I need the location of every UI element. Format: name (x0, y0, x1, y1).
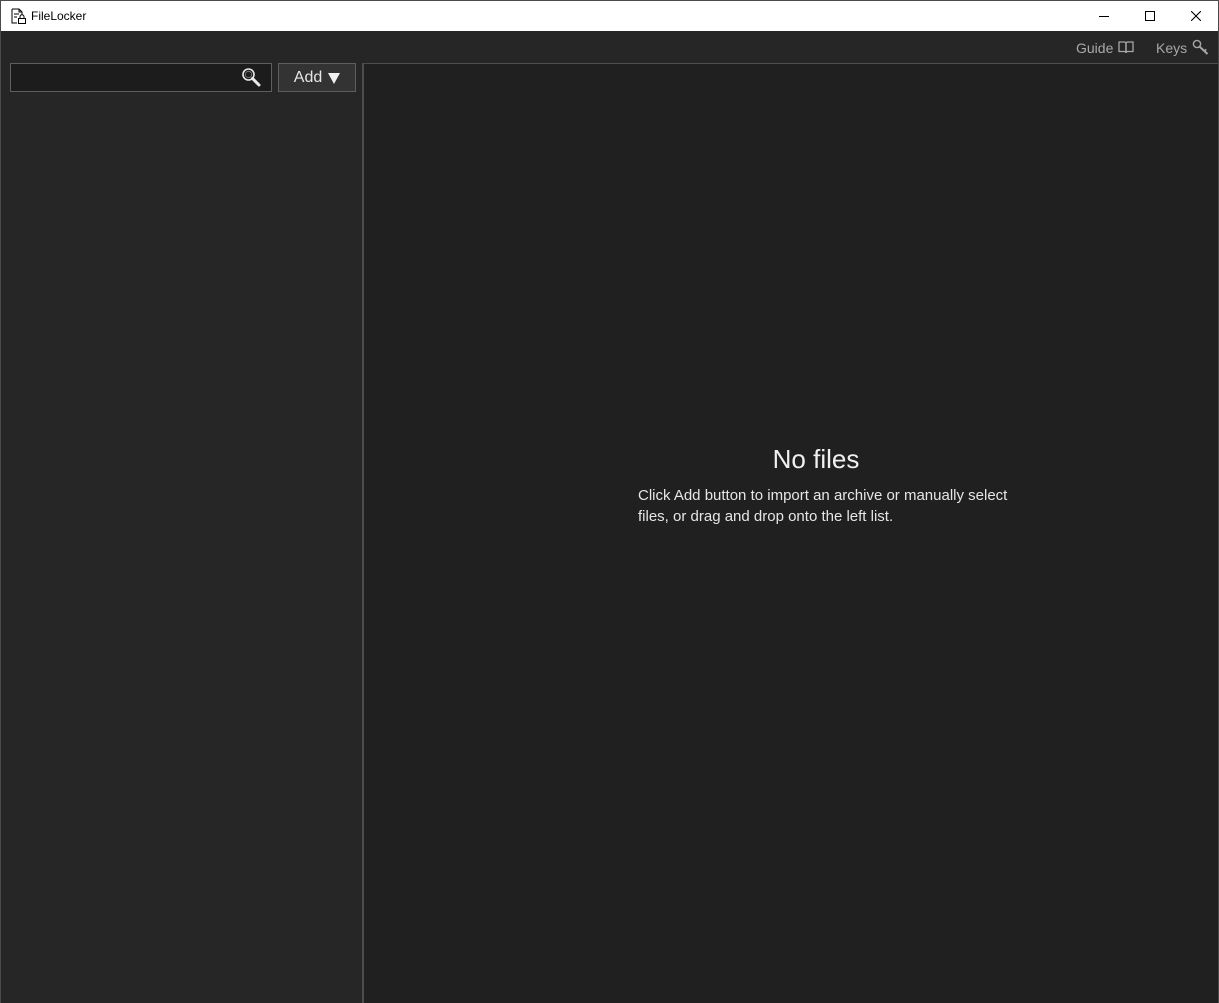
file-lock-icon (10, 8, 26, 24)
empty-state-title: No files (772, 444, 860, 474)
guide-label: Guide (1076, 40, 1114, 56)
maximize-button[interactable] (1127, 1, 1173, 31)
empty-state-description: Click Add button to import an archive or… (638, 487, 1008, 525)
file-list[interactable] (1, 93, 362, 1003)
minimize-icon (1099, 11, 1109, 21)
file-list-pane: Add (1, 63, 362, 1003)
keys-label: Keys (1156, 40, 1188, 56)
close-icon (1191, 11, 1201, 21)
maximize-icon (1145, 11, 1155, 21)
top-toolbar: Guide Keys (1, 31, 1218, 63)
add-label: Add (293, 68, 323, 86)
triangle-down-icon (328, 72, 341, 84)
file-details-pane: No files Click Add button to import an a… (364, 64, 1218, 1003)
window-title: FileLocker (31, 9, 87, 23)
book-icon (1118, 40, 1135, 57)
search-box[interactable] (10, 63, 272, 92)
search-input[interactable] (14, 67, 239, 88)
add-button[interactable]: Add (278, 63, 356, 92)
guide-link[interactable]: Guide (1076, 39, 1135, 57)
key-icon (1192, 39, 1210, 58)
keys-link[interactable]: Keys (1156, 39, 1210, 57)
close-button[interactable] (1173, 1, 1219, 31)
minimize-button[interactable] (1081, 1, 1127, 31)
search-icon[interactable] (241, 67, 261, 87)
app-window: FileLocker Guide Keys Add No files Click… (0, 0, 1219, 1003)
title-bar[interactable]: FileLocker (1, 1, 1218, 31)
